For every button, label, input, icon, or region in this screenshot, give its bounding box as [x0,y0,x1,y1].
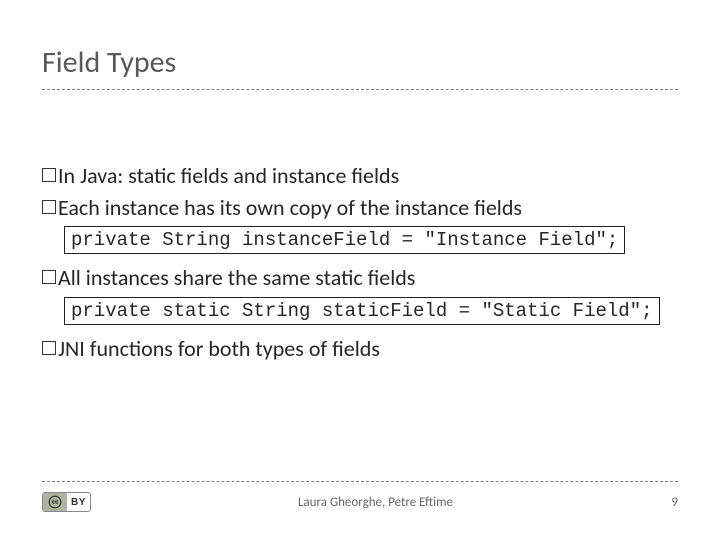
footer-row: BY Laura Gheorghe, Petre Eftime 9 [42,492,678,512]
bullet-item: JNI functions for both types of fields [42,335,678,363]
bullet-box-icon [42,270,56,284]
code-snippet-static: private static String staticField = "Sta… [64,297,660,325]
cc-logo-icon [43,493,67,511]
bullet-text: All instances share the same static fiel… [58,264,415,292]
footer-divider [42,481,678,482]
cc-by-label: BY [67,497,90,508]
bullet-text: Each instance has its own copy of the in… [58,194,522,222]
footer: BY Laura Gheorghe, Petre Eftime 9 [42,481,678,512]
slide-title: Field Types [42,44,678,81]
bullet-box-icon [42,168,56,182]
bullet-item: In Java: static fields and instance fiel… [42,162,678,190]
title-divider [42,89,678,90]
bullet-box-icon [42,341,56,355]
bullet-item: Each instance has its own copy of the in… [42,194,678,222]
page-number: 9 [660,495,678,510]
code-snippet-instance: private String instanceField = "Instance… [64,226,625,254]
footer-credits: Laura Gheorghe, Petre Eftime [91,495,660,510]
slide: Field Types In Java: static fields and i… [0,0,720,540]
bullet-box-icon [42,200,56,214]
bullet-text: In Java: static fields and instance fiel… [58,162,399,190]
bullet-text: JNI functions for both types of fields [58,335,380,363]
bullet-item: All instances share the same static fiel… [42,264,678,292]
cc-badge: BY [42,492,91,512]
